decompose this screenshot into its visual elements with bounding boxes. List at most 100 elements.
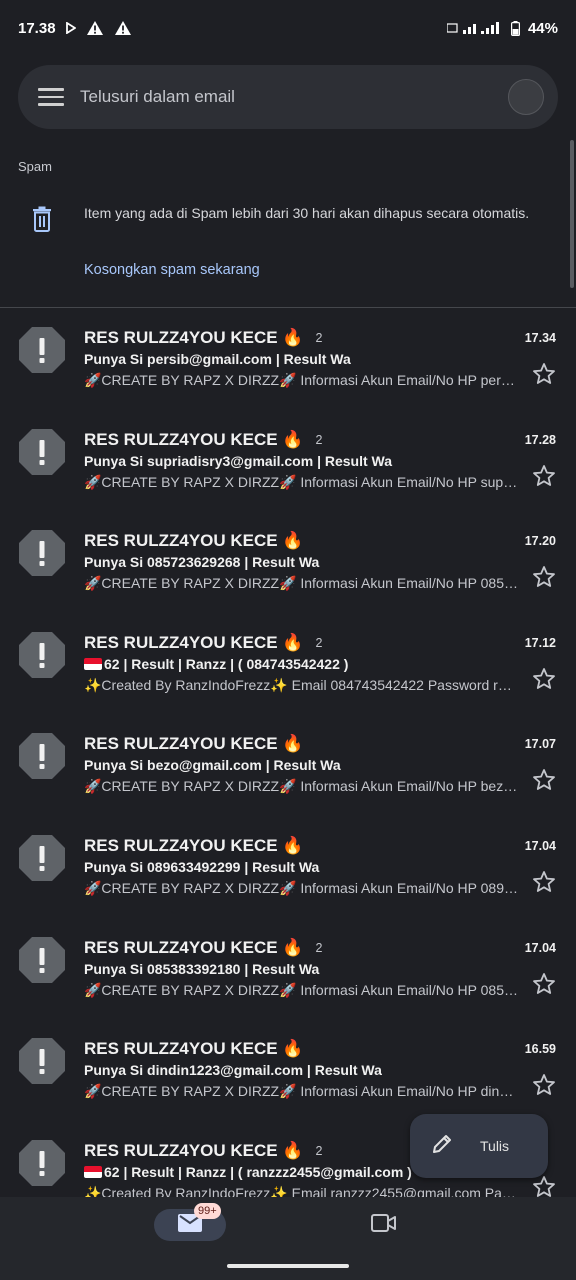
spam-octagon-icon[interactable] [18, 326, 66, 374]
thread-count: 2 [315, 635, 323, 650]
star-icon[interactable] [532, 1073, 556, 1097]
email-time: 17.04 [524, 838, 556, 853]
star-icon[interactable] [532, 870, 556, 894]
email-snippet: 🚀CREATE BY RAPZ X DIRZZ🚀 Informasi Akun … [84, 879, 518, 896]
spam-octagon-icon[interactable] [18, 834, 66, 882]
email-sender: RES RULZZ4YOU KECE 🔥 2 [84, 633, 322, 653]
email-row[interactable]: RES RULZZ4YOU KECE 🔥 17.20 Punya Si 0857… [0, 513, 576, 615]
email-time: 17.20 [524, 534, 556, 549]
email-time: 17.28 [524, 432, 556, 447]
email-subject-text: 62 | Result | Ranzz | ( ranzzz2455@gmail… [104, 1163, 412, 1180]
battery-level: 44% [527, 19, 558, 37]
sender-name: RES RULZZ4YOU KECE 🔥 [84, 835, 304, 855]
thread-count: 2 [315, 1143, 323, 1158]
star-icon[interactable] [532, 565, 556, 589]
email-subject: Punya Si persib@gmail.com | Result Wa [84, 351, 514, 367]
spam-octagon-icon[interactable] [18, 936, 66, 984]
email-subject-text: Punya Si 085383392180 | Result Wa [84, 960, 320, 977]
email-sender: RES RULZZ4YOU KECE 🔥 2 [84, 328, 322, 348]
sender-name: RES RULZZ4YOU KECE 🔥 [84, 1039, 304, 1059]
compose-label: Tulis [480, 1138, 510, 1154]
email-row[interactable]: RES RULZZ4YOU KECE 🔥 16.59 Punya Si dind… [0, 1021, 576, 1123]
email-snippet: 🚀CREATE BY RAPZ X DIRZZ🚀 Informasi Akun … [84, 575, 518, 592]
sender-name: RES RULZZ4YOU KECE 🔥 [84, 734, 304, 754]
pencil-icon [430, 1132, 454, 1161]
compose-button[interactable]: Tulis [410, 1114, 548, 1178]
sender-name: RES RULZZ4YOU KECE 🔥 [84, 1140, 304, 1160]
star-icon[interactable] [532, 667, 556, 691]
email-sender: RES RULZZ4YOU KECE 🔥 [84, 531, 316, 551]
email-time: 17.34 [524, 331, 556, 345]
email-row[interactable]: RES RULZZ4YOU KECE 🔥 2 17.12 62 | Result… [0, 615, 576, 717]
indonesia-flag-icon [84, 1165, 102, 1178]
spam-octagon-icon[interactable] [18, 631, 66, 679]
menu-icon[interactable] [38, 88, 64, 106]
email-snippet: 🚀CREATE BY RAPZ X DIRZZ🚀 Informasi Akun … [84, 778, 518, 795]
email-sender: RES RULZZ4YOU KECE 🔥 2 [84, 430, 322, 450]
email-subject: Punya Si 085383392180 | Result Wa [84, 961, 514, 977]
star-icon[interactable] [532, 972, 556, 996]
signal-icon [446, 21, 503, 35]
media-play-icon [65, 22, 76, 34]
gesture-bar[interactable] [227, 1264, 349, 1268]
email-row[interactable]: RES RULZZ4YOU KECE 🔥 2 17.34 Punya Si pe… [0, 310, 576, 412]
email-subject-text: Punya Si bezo@gmail.com | Result Wa [84, 757, 341, 774]
battery-icon [510, 20, 520, 36]
email-sender: RES RULZZ4YOU KECE 🔥 [84, 1039, 316, 1059]
unread-badge: 99+ [194, 1203, 221, 1219]
warning-icon [86, 20, 104, 36]
account-avatar[interactable] [508, 79, 544, 115]
video-icon [371, 1214, 397, 1237]
sender-name: RES RULZZ4YOU KECE 🔥 [84, 531, 304, 551]
search-input[interactable]: Telusuri dalam email [80, 87, 508, 107]
email-time: 17.04 [524, 940, 556, 955]
spam-octagon-icon[interactable] [18, 732, 66, 780]
nav-meet-tab[interactable] [371, 1213, 397, 1238]
email-subject-text: 62 | Result | Ranzz | ( 084743542422 ) [104, 655, 349, 672]
email-list: RES RULZZ4YOU KECE 🔥 2 17.34 Punya Si pe… [0, 310, 576, 1224]
empty-spam-link[interactable]: Kosongkan spam sekarang [84, 262, 260, 278]
spam-octagon-icon[interactable] [18, 1139, 66, 1187]
email-sender: RES RULZZ4YOU KECE 🔥 2 [84, 1141, 322, 1161]
spam-octagon-icon[interactable] [18, 529, 66, 577]
star-icon[interactable] [532, 768, 556, 792]
email-sender: RES RULZZ4YOU KECE 🔥 [84, 836, 316, 856]
spam-notice-text: Item yang ada di Spam lebih dari 30 hari… [84, 205, 530, 221]
email-subject: Punya Si supriadisry3@gmail.com | Result… [84, 453, 514, 469]
email-subject: Punya Si 085723629268 | Result Wa [84, 554, 514, 570]
email-subject-text: Punya Si 085723629268 | Result Wa [84, 554, 320, 571]
sender-name: RES RULZZ4YOU KECE 🔥 [84, 328, 304, 347]
email-time: 17.07 [524, 737, 556, 752]
trash-icon [30, 206, 54, 237]
email-subject: Punya Si bezo@gmail.com | Result Wa [84, 757, 514, 773]
spam-notice: Item yang ada di Spam lebih dari 30 hari… [0, 190, 576, 308]
email-subject: 62 | Result | Ranzz | ( 084743542422 ) [84, 656, 514, 672]
email-snippet: ✨Created By RanzIndoFrezz✨ Email 0847435… [84, 676, 518, 693]
email-snippet: 🚀CREATE BY RAPZ X DIRZZ🚀 Informasi Akun … [84, 1083, 518, 1100]
sender-name: RES RULZZ4YOU KECE 🔥 [84, 429, 304, 449]
thread-count: 2 [315, 940, 323, 955]
email-row[interactable]: RES RULZZ4YOU KECE 🔥 17.04 Punya Si 0896… [0, 818, 576, 920]
email-time: 16.59 [524, 1042, 556, 1057]
status-time: 17.38 [18, 19, 56, 37]
star-icon[interactable] [532, 464, 556, 488]
email-snippet: 🚀CREATE BY RAPZ X DIRZZ🚀 Informasi Akun … [84, 372, 518, 388]
email-subject-text: Punya Si dindin1223@gmail.com | Result W… [84, 1062, 382, 1079]
search-bar[interactable]: Telusuri dalam email [18, 65, 558, 129]
email-subject: Punya Si dindin1223@gmail.com | Result W… [84, 1062, 514, 1078]
email-subject-text: Punya Si 089633492299 | Result Wa [84, 858, 320, 875]
email-row[interactable]: RES RULZZ4YOU KECE 🔥 17.07 Punya Si bezo… [0, 716, 576, 818]
warning-icon [114, 20, 132, 36]
star-icon[interactable] [532, 362, 556, 386]
email-row[interactable]: RES RULZZ4YOU KECE 🔥 2 17.28 Punya Si su… [0, 412, 576, 514]
star-icon[interactable] [532, 1175, 556, 1199]
email-row[interactable]: RES RULZZ4YOU KECE 🔥 2 17.04 Punya Si 08… [0, 920, 576, 1022]
spam-octagon-icon[interactable] [18, 1037, 66, 1085]
sender-name: RES RULZZ4YOU KECE 🔥 [84, 937, 304, 957]
email-time: 17.12 [524, 635, 556, 650]
email-sender: RES RULZZ4YOU KECE 🔥 [84, 734, 316, 754]
email-subject-text: Punya Si supriadisry3@gmail.com | Result… [84, 452, 393, 469]
thread-count: 2 [315, 432, 323, 447]
spam-octagon-icon[interactable] [18, 428, 66, 476]
sender-name: RES RULZZ4YOU KECE 🔥 [84, 632, 304, 652]
